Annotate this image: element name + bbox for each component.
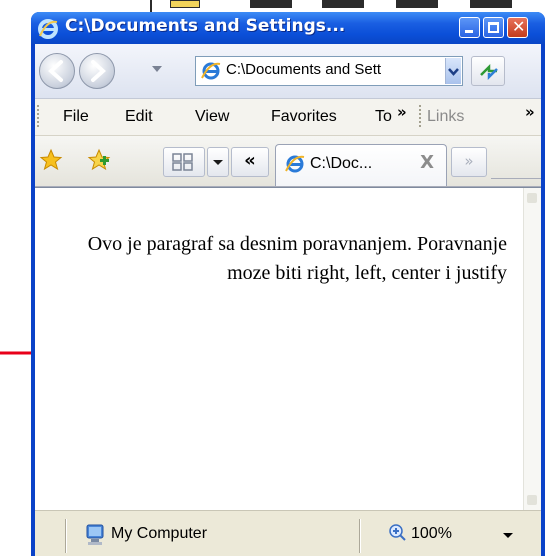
- address-bar[interactable]: C:\Documents and Sett: [195, 56, 463, 86]
- add-favorite-icon[interactable]: [87, 148, 111, 172]
- security-zone-label: My Computer: [111, 525, 208, 542]
- refresh-button[interactable]: [471, 56, 505, 86]
- screenshot-stage: C:\Documents and Settings... ✕ C:\Docume…: [0, 0, 545, 556]
- scroll-left-chevron: «: [244, 150, 256, 171]
- menu-favorites[interactable]: Favorites: [271, 108, 337, 126]
- page-content[interactable]: Ovo je paragraf sa desnim poravnanjem. P…: [35, 187, 541, 510]
- my-computer-icon: [86, 524, 104, 545]
- window-client: C:\Documents and Sett File Edit View Fav…: [35, 44, 541, 556]
- zoom-dropdown-icon[interactable]: [503, 533, 513, 538]
- menu-file[interactable]: File: [63, 108, 89, 126]
- scroll-down-button[interactable]: [527, 495, 537, 505]
- status-bar: My Computer 100%: [35, 510, 541, 556]
- links-grip[interactable]: [419, 105, 421, 129]
- page-ie-icon: [201, 62, 221, 80]
- links-overflow-chevron[interactable]: »: [525, 103, 535, 121]
- tab-bar: « C:\Doc... X »: [35, 136, 541, 187]
- forward-button[interactable]: [79, 53, 115, 89]
- navigation-bar: C:\Documents and Sett: [35, 44, 541, 99]
- quick-tabs-icon: [172, 153, 193, 171]
- close-button[interactable]: ✕: [507, 17, 528, 38]
- vertical-scrollbar[interactable]: [523, 188, 541, 510]
- tab-close-icon[interactable]: X: [420, 152, 434, 173]
- menu-grip[interactable]: [37, 105, 39, 129]
- links-label[interactable]: Links: [427, 108, 464, 126]
- refresh-icon: [480, 63, 498, 81]
- favorites-star-icon[interactable]: [39, 148, 63, 172]
- chevron-down-icon: [448, 68, 459, 76]
- maximize-button[interactable]: [483, 17, 504, 38]
- menu-overflow-chevron[interactable]: »: [397, 103, 407, 121]
- menu-view[interactable]: View: [195, 108, 229, 126]
- quick-tabs-button[interactable]: [163, 147, 205, 177]
- status-separator: [65, 519, 67, 553]
- menu-edit[interactable]: Edit: [125, 108, 153, 126]
- new-tab-button[interactable]: »: [451, 147, 487, 177]
- title-bar[interactable]: C:\Documents and Settings... ✕: [31, 12, 545, 44]
- minimize-button[interactable]: [459, 17, 480, 38]
- menu-bar: File Edit View Favorites To » Links »: [35, 99, 541, 136]
- tab-list-button[interactable]: [207, 147, 229, 177]
- zoom-level[interactable]: 100%: [411, 525, 452, 543]
- window-title: C:\Documents and Settings...: [65, 16, 346, 36]
- address-input[interactable]: C:\Documents and Sett: [226, 61, 444, 78]
- scroll-tabs-left-button[interactable]: «: [231, 147, 269, 177]
- ie-logo-icon: [38, 19, 58, 39]
- menu-tools[interactable]: To: [375, 108, 393, 126]
- close-icon: ✕: [512, 17, 526, 36]
- chevron-down-icon: [213, 160, 223, 165]
- tab-active[interactable]: C:\Doc... X: [275, 144, 447, 186]
- ie-window: C:\Documents and Settings... ✕ C:\Docume…: [31, 12, 545, 556]
- recent-pages-dropdown[interactable]: [152, 66, 162, 72]
- address-dropdown-button[interactable]: [445, 58, 461, 84]
- right-aligned-paragraph: Ovo je paragraf sa desnim poravnanjem. P…: [87, 233, 507, 284]
- tab-ie-icon: [285, 155, 305, 173]
- scroll-up-button[interactable]: [527, 193, 537, 203]
- status-separator: [359, 519, 361, 553]
- back-arrow-icon: [48, 60, 63, 82]
- new-tab-chevron: »: [464, 152, 474, 170]
- zoom-icon[interactable]: [389, 524, 407, 542]
- back-button[interactable]: [39, 53, 75, 89]
- tab-strip-empty: [491, 148, 541, 179]
- forward-arrow-icon: [91, 60, 106, 82]
- tab-title: C:\Doc...: [310, 155, 373, 172]
